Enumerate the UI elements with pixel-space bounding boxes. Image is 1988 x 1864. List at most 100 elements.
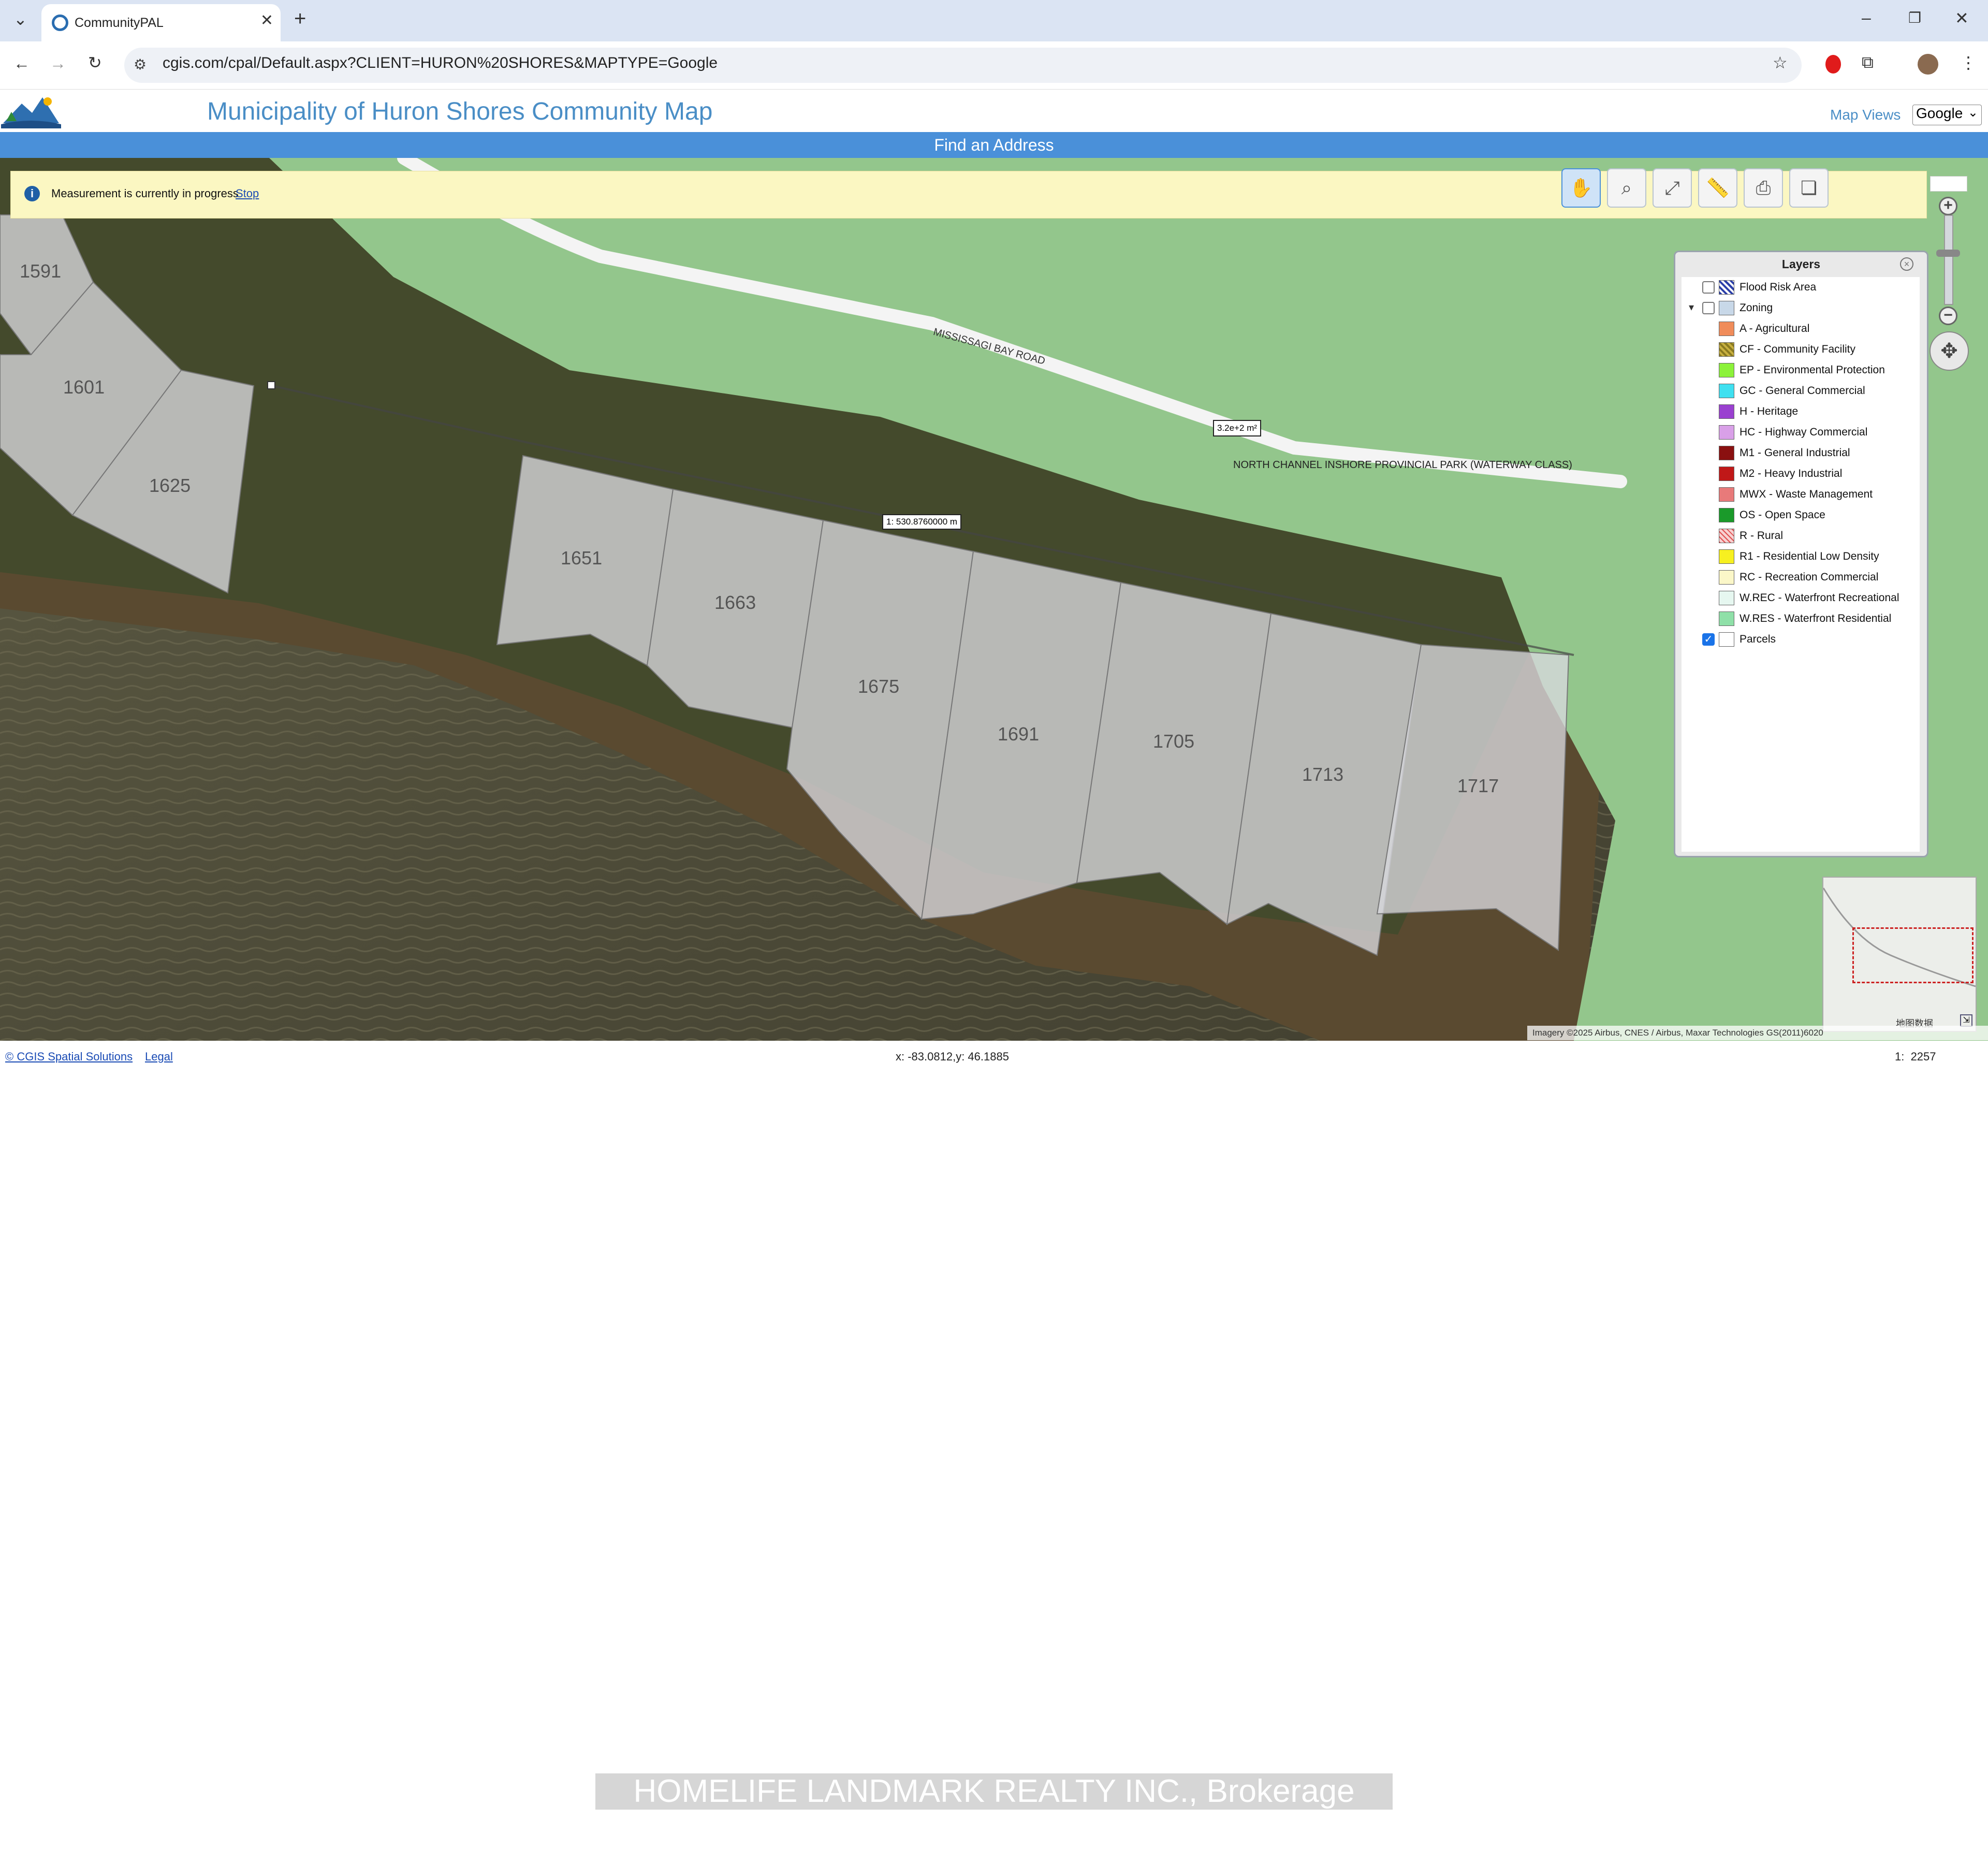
reload-icon[interactable]: ↻	[88, 53, 102, 72]
page-title: Municipality of Huron Shores Community M…	[207, 98, 713, 125]
parcel-label: 1717	[1457, 775, 1499, 796]
layer-swatch	[1719, 425, 1734, 440]
zoning-class-item: OS - Open Space	[1682, 505, 1920, 526]
minimap-toggle-icon[interactable]: ⇲	[1960, 1014, 1972, 1027]
window-minimize-button[interactable]: –	[1862, 8, 1871, 27]
layer-label: W.REC - Waterfront Recreational	[1740, 592, 1899, 604]
tab-search-icon[interactable]: ⌄	[13, 9, 27, 29]
zoning-class-item: H - Heritage	[1682, 401, 1920, 422]
url-text[interactable]: cgis.com/cpal/Default.aspx?CLIENT=HURON%…	[163, 54, 718, 72]
zoom-in-button[interactable]: +	[1939, 197, 1957, 215]
zoom-box-tool-button[interactable]: ⌕	[1607, 168, 1646, 208]
layer-swatch	[1719, 529, 1734, 543]
zoning-class-item: W.REC - Waterfront Recreational	[1682, 588, 1920, 608]
layer-label: Zoning	[1740, 302, 1773, 314]
measurement-message: Measurement is currently in progress	[51, 187, 239, 200]
browser-tab[interactable]: CommunityPAL ✕	[41, 4, 281, 41]
layer-item-parcels[interactable]: ✓ Parcels	[1682, 629, 1920, 650]
layer-label: M2 - Heavy Industrial	[1740, 468, 1843, 479]
parcel-label: 1625	[149, 475, 191, 496]
tab-close-icon[interactable]: ✕	[260, 11, 273, 30]
parcel-label: 1663	[714, 592, 756, 613]
layer-swatch	[1719, 322, 1734, 336]
layer-swatch	[1719, 363, 1734, 377]
window-restore-button[interactable]: ❐	[1908, 9, 1921, 26]
layer-label: CF - Community Facility	[1740, 343, 1856, 355]
map-type-selected: Google	[1916, 105, 1963, 121]
measure-tool-button[interactable]: 📏	[1698, 168, 1737, 208]
profile-avatar[interactable]	[1918, 54, 1938, 75]
layer-label: W.RES - Waterfront Residential	[1740, 613, 1892, 624]
area-measure-label: 3.2e+2 m²	[1213, 420, 1262, 436]
map-type-select[interactable]: Google ⌄	[1912, 105, 1982, 125]
layer-label: RC - Recreation Commercial	[1740, 571, 1879, 583]
parcel-label: 1675	[858, 676, 900, 697]
parcel-label: 1601	[63, 376, 105, 398]
minimap-viewport[interactable]	[1852, 927, 1974, 983]
layers-panel: Layers × Flood Risk Area ▾ Zoning A - Ag…	[1674, 251, 1928, 857]
zoning-class-item: GC - General Commercial	[1682, 381, 1920, 401]
expand-triangle-icon[interactable]: ▾	[1689, 301, 1694, 314]
layers-tool-button[interactable]: ❏	[1789, 168, 1829, 208]
legal-link[interactable]: Legal	[145, 1050, 173, 1064]
close-icon[interactable]: ×	[1900, 257, 1913, 271]
tab-title: CommunityPAL	[75, 16, 164, 30]
layer-item-zoning[interactable]: ▾ Zoning	[1682, 298, 1920, 318]
stop-measurement-link[interactable]: Stop	[236, 187, 259, 200]
back-arrow-icon[interactable]: ←	[13, 54, 30, 73]
window-close-button[interactable]: ✕	[1955, 8, 1969, 28]
zoom-out-button[interactable]: −	[1939, 307, 1957, 325]
layer-label: H - Heritage	[1740, 405, 1799, 417]
layer-label: M1 - General Industrial	[1740, 447, 1850, 459]
info-icon: i	[24, 186, 40, 201]
zoom-control-header	[1930, 176, 1967, 192]
layer-label: HC - Highway Commercial	[1740, 426, 1868, 438]
site-favicon-icon	[52, 14, 68, 31]
zoom-slider-track[interactable]	[1944, 215, 1953, 305]
layer-label: OS - Open Space	[1740, 509, 1825, 521]
layer-checkbox[interactable]	[1702, 281, 1715, 294]
parcel-label: 1591	[20, 260, 62, 282]
zoning-class-item: HC - Highway Commercial	[1682, 422, 1920, 443]
layer-swatch	[1719, 591, 1734, 605]
site-info-icon[interactable]: ⚙	[134, 56, 147, 73]
layer-swatch	[1719, 467, 1734, 481]
map-views-link[interactable]: Map Views	[1830, 107, 1901, 123]
browser-menu-icon[interactable]: ⋮	[1960, 53, 1977, 72]
layer-item-flood-risk[interactable]: Flood Risk Area	[1682, 277, 1920, 298]
municipality-logo	[1, 97, 61, 128]
layer-swatch	[1719, 570, 1734, 585]
opera-extension-icon[interactable]	[1825, 55, 1841, 74]
pan-control-icon[interactable]: ✥	[1929, 331, 1969, 371]
full-extent-tool-button[interactable]: ⤢	[1653, 168, 1692, 208]
overview-minimap[interactable]: 地图数据 ⇲	[1822, 877, 1977, 1032]
zoom-slider-thumb[interactable]	[1936, 250, 1960, 257]
pan-hand-tool-button[interactable]: ✋	[1561, 168, 1601, 208]
zoning-class-item: R1 - Residential Low Density	[1682, 546, 1920, 567]
cgis-copyright-link[interactable]: © CGIS Spatial Solutions	[5, 1050, 133, 1064]
zoning-class-item: W.RES - Waterfront Residential	[1682, 608, 1920, 629]
layer-checkbox[interactable]	[1702, 302, 1715, 314]
find-address-bar[interactable]: Find an Address	[0, 132, 1988, 158]
layer-swatch	[1719, 342, 1734, 357]
layer-swatch	[1719, 404, 1734, 419]
new-tab-button[interactable]: +	[294, 7, 306, 31]
layer-label: Flood Risk Area	[1740, 281, 1817, 293]
bookmark-star-icon[interactable]: ☆	[1773, 53, 1788, 72]
layer-label: EP - Environmental Protection	[1740, 364, 1885, 376]
layers-list: Flood Risk Area ▾ Zoning A - Agricultura…	[1682, 277, 1920, 852]
extensions-puzzle-icon[interactable]: ⧉	[1862, 53, 1874, 72]
zoning-class-item: MWX - Waste Management	[1682, 484, 1920, 505]
zoning-class-item: R - Rural	[1682, 526, 1920, 546]
layer-checkbox-checked[interactable]: ✓	[1702, 633, 1715, 646]
forward-arrow-icon[interactable]: →	[50, 54, 66, 73]
print-tool-button[interactable]: ⎙	[1744, 168, 1783, 208]
zoning-class-item: EP - Environmental Protection	[1682, 360, 1920, 381]
layer-swatch	[1719, 611, 1734, 626]
zoning-class-item: CF - Community Facility	[1682, 339, 1920, 360]
zoning-class-item: M1 - General Industrial	[1682, 443, 1920, 463]
layer-swatch	[1719, 280, 1734, 295]
map-scale: 1: 2257	[1895, 1050, 1936, 1063]
zoning-class-item: M2 - Heavy Industrial	[1682, 463, 1920, 484]
layer-swatch	[1719, 508, 1734, 522]
